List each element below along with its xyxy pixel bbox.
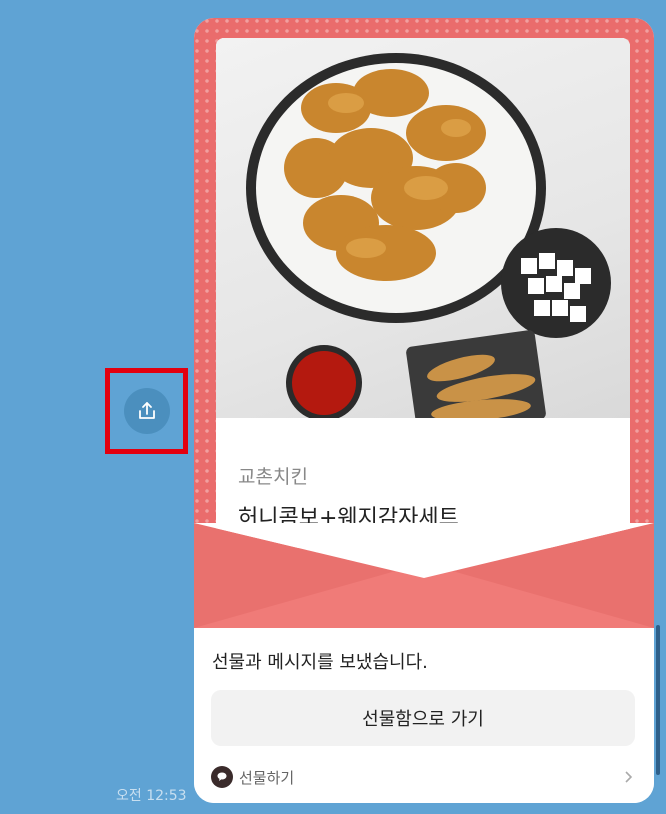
chevron-right-icon (625, 771, 633, 783)
brand-name: 교촌치킨 (238, 466, 308, 488)
scrollbar[interactable] (656, 625, 660, 775)
message-footer: 선물과 메시지를 보냈습니다. 선물함으로 가기 선물하기 (194, 628, 654, 803)
share-icon (139, 402, 155, 419)
chat-bubble-icon (211, 766, 233, 788)
gift-footer-label: 선물하기 (239, 768, 295, 787)
go-to-giftbox-button[interactable]: 선물함으로 가기 (211, 690, 635, 746)
product-image (216, 38, 630, 436)
message-time: 오전 12:53 (116, 788, 187, 804)
gift-message-card[interactable]: 교촌치킨 허니콤보+웨지감자세트 선물과 메시지를 보냈습니다. 선물함으로 가… (194, 18, 654, 803)
product-card[interactable]: 교촌치킨 허니콤보+웨지감자세트 (216, 38, 630, 548)
share-button[interactable] (124, 388, 170, 434)
gift-footer-link[interactable]: 선물하기 (211, 763, 635, 791)
sent-message-text: 선물과 메시지를 보냈습니다. (212, 652, 428, 673)
envelope-graphic (194, 523, 654, 628)
